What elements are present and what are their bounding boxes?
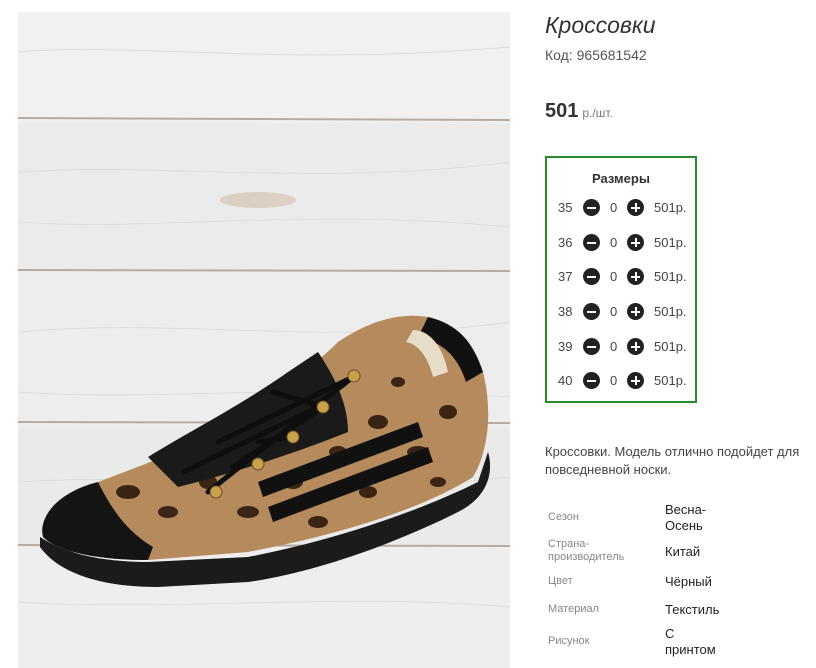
- size-price: 501р.: [654, 304, 687, 319]
- size-price: 501р.: [654, 339, 687, 354]
- product-description: Кроссовки. Модель отлично подойдет для п…: [545, 444, 800, 477]
- product-info: Кроссовки Код: 965681542 501 р./шт. Разме…: [545, 0, 816, 668]
- plus-circle-icon[interactable]: [627, 303, 644, 320]
- attribute-label: Страна-производитель: [548, 538, 625, 563]
- size-quantity[interactable]: 0: [610, 339, 617, 354]
- size-quantity[interactable]: 0: [610, 304, 617, 319]
- size-quantity[interactable]: 0: [610, 235, 617, 250]
- sizes-panel: Размеры 35 0 501р. 36 0 501р. 37 0 501р.…: [545, 156, 697, 403]
- size-price: 501р.: [654, 269, 687, 284]
- plus-circle-icon[interactable]: [627, 199, 644, 216]
- attribute-label: Цвет: [548, 575, 573, 587]
- plus-circle-icon[interactable]: [627, 372, 644, 389]
- sizes-title: Размеры: [592, 171, 650, 186]
- size-row: 35 0 501р.: [547, 199, 695, 217]
- size-row: 38 0 501р.: [547, 303, 695, 321]
- plus-circle-icon[interactable]: [627, 268, 644, 285]
- size-row: 40 0 501р.: [547, 372, 695, 390]
- size-price: 501р.: [654, 373, 687, 388]
- size-quantity[interactable]: 0: [610, 373, 617, 388]
- attribute-label: Сезон: [548, 511, 579, 523]
- attribute-value: С принтом: [665, 626, 716, 657]
- minus-circle-icon[interactable]: [583, 268, 600, 285]
- size-price: 501р.: [654, 200, 687, 215]
- product-price: 501 р./шт.: [545, 100, 613, 123]
- size-row: 37 0 501р.: [547, 268, 695, 286]
- sneaker-image: [18, 12, 510, 668]
- size-number: 38: [558, 304, 573, 319]
- size-quantity[interactable]: 0: [610, 200, 617, 215]
- size-number: 35: [558, 200, 573, 215]
- attribute-value: Чёрный: [665, 574, 712, 589]
- attribute-value: Китай: [665, 544, 701, 559]
- minus-circle-icon[interactable]: [583, 234, 600, 251]
- plus-circle-icon[interactable]: [627, 338, 644, 355]
- size-number: 36: [558, 235, 573, 250]
- size-quantity[interactable]: 0: [610, 269, 617, 284]
- product-code: Код: 965681542: [545, 47, 647, 63]
- minus-circle-icon[interactable]: [583, 199, 600, 216]
- minus-circle-icon[interactable]: [583, 303, 600, 320]
- size-row: 39 0 501р.: [547, 338, 695, 356]
- size-row: 36 0 501р.: [547, 234, 695, 252]
- attribute-label: Рисунок: [548, 635, 590, 647]
- price-unit: р./шт.: [582, 106, 613, 120]
- product-photo[interactable]: [18, 12, 510, 668]
- size-price: 501р.: [654, 235, 687, 250]
- minus-circle-icon[interactable]: [583, 338, 600, 355]
- size-number: 39: [558, 339, 573, 354]
- plus-circle-icon[interactable]: [627, 234, 644, 251]
- attribute-value: Текстиль: [665, 602, 720, 617]
- attribute-label: Материал: [548, 603, 599, 615]
- product-title: Кроссовки: [545, 12, 656, 38]
- price-value: 501: [545, 100, 579, 122]
- attribute-value: Весна-Осень: [665, 502, 707, 533]
- size-number: 37: [558, 269, 573, 284]
- minus-circle-icon[interactable]: [583, 372, 600, 389]
- size-number: 40: [558, 373, 573, 388]
